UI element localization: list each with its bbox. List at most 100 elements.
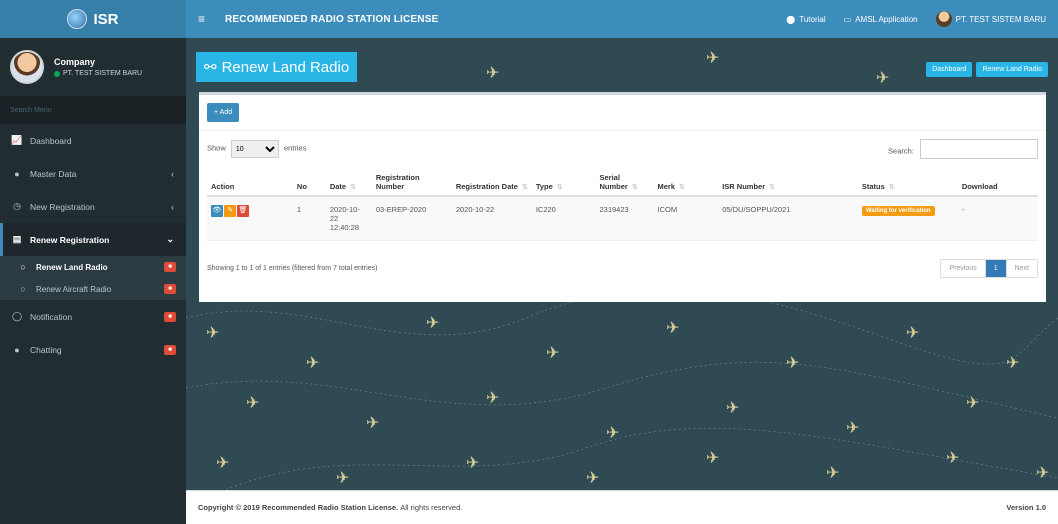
user-menu[interactable]: PT. TEST SISTEM BARU [935,11,1046,27]
share-icon: ⚯ [204,59,217,76]
app-logo[interactable]: ISR [0,0,186,38]
delete-button[interactable]: 🗑 [237,205,249,217]
col-type[interactable]: Type ⇅ [531,169,596,197]
pagination: Previous 1 Next [940,259,1038,278]
status-badge: Waiting for verification [861,206,935,216]
svg-text:✈: ✈ [366,413,379,432]
rights-text: All rights reserved. [400,503,463,512]
cell-no: 1 [292,196,326,241]
user-panel: Company PT. TEST SISTEM BARU [0,38,186,96]
sidebar-search[interactable]: Search Menu [0,96,186,124]
cell-merk: ICOM [653,196,719,241]
sidebar-item-label: Renew Registration [30,234,110,245]
svg-text:✈: ✈ [486,388,499,407]
bell-icon: ◯ [11,311,23,321]
circle-icon: ○ [20,284,26,294]
col-serial-number[interactable]: Serial Number ⇅ [595,169,654,197]
sidebar-item-new-registration[interactable]: ◷ New Registration ‹ [0,190,186,223]
sidebar-item-renew-aircraft-radio[interactable]: ○ Renew Aircraft Radio ■ [0,278,186,300]
registration-icon: ◷ [13,201,21,211]
menu-toggle-icon[interactable]: ≡ [198,12,205,26]
sidebar-item-chatting[interactable]: ● Chatting ■ [0,333,186,366]
col-registration-number[interactable]: Registration Number [371,169,452,197]
chevron-down-icon: ⌄ [166,234,174,244]
chevron-left-icon: ‹ [171,168,174,179]
col-no[interactable]: No [292,169,326,197]
user-company: PT. TEST SISTEM BARU [63,70,143,77]
sidebar-item-renew-registration[interactable]: ▤ Renew Registration ⌄ [0,223,186,256]
copyright-text: Copyright © 2019 Recommended Radio Stati… [198,503,399,512]
svg-text:✈: ✈ [666,318,679,337]
breadcrumb-dashboard[interactable]: Dashboard [926,62,973,77]
svg-text:✈: ✈ [206,323,219,342]
entries-label: entries [283,143,307,153]
top-navbar: ≡ RECOMMENDED RADIO STATION LICENSE ⬤ Tut… [186,0,1058,38]
amsl-link[interactable]: ▭ AMSL Application [844,15,918,24]
sidebar-item-dashboard[interactable]: 📈 Dashboard [0,124,186,157]
search-label: Search: [888,146,914,156]
entries-select[interactable]: 10 [230,140,279,158]
tutorial-link[interactable]: ⬤ Tutorial [786,15,825,24]
col-merk[interactable]: Merk ⇅ [653,169,719,197]
renew-submenu: ○ Renew Land Radio ■ ○ Renew Aircraft Radio… [0,256,186,300]
online-dot-icon [54,70,60,77]
svg-text:✈: ✈ [906,323,919,342]
svg-text:✈: ✈ [306,353,319,372]
add-button[interactable]: + Add [207,103,240,122]
sidebar-item-label: Chatting [30,344,62,355]
registrations-table: Action No Date ⇅ Registration Number Regi… [207,169,1038,241]
sidebar-item-label: Notification [30,311,73,322]
sidebar-item-label: Master Data [30,168,77,179]
user-name: Company [54,57,96,67]
pagination-next[interactable]: Next [1007,260,1037,277]
col-isr-number[interactable]: ISR Number ⇅ [718,169,858,197]
avatar [10,50,44,84]
svg-text:✈: ✈ [466,453,479,472]
cell-serial: 2319423 [595,196,654,241]
globe-icon [67,9,88,29]
sidebar-item-master-data[interactable]: ● Master Data ‹ [0,157,186,190]
breadcrumb: Dashboard Renew Land Radio [926,62,1048,77]
view-button[interactable]: 👁 [211,205,223,217]
svg-text:✈: ✈ [426,313,439,332]
sidebar-item-renew-land-radio[interactable]: ○ Renew Land Radio ■ [0,256,186,278]
cell-type: IC220 [531,196,596,241]
pagination-page-1[interactable]: 1 [985,260,1007,277]
show-label: Show [207,143,226,153]
cell-isr-number: 05/DU/SOPPU/2021 [718,196,858,241]
svg-text:✈: ✈ [786,353,799,372]
col-status[interactable]: Status ⇅ [857,169,958,197]
file-icon: ▤ [12,234,22,244]
add-button-label: Add [219,109,233,116]
col-date[interactable]: Date ⇅ [325,169,372,197]
svg-text:✈: ✈ [706,48,719,67]
amsl-label: AMSL Application [855,14,918,24]
cell-registration-date: 2020-10-22 [451,196,532,241]
sidebar-item-label: Renew Aircraft Radio [36,284,112,294]
search-input[interactable] [920,139,1038,159]
svg-text:✈: ✈ [946,448,959,467]
col-registration-date[interactable]: Registration Date ⇅ [451,169,532,197]
svg-text:✈: ✈ [246,393,259,412]
tutorial-label: Tutorial [799,14,826,24]
svg-text:✈: ✈ [486,63,499,82]
breadcrumb-renew-land-radio[interactable]: Renew Land Radio [976,62,1048,77]
line-chart-icon: 📈 [11,135,23,145]
sidebar-search-placeholder: Search Menu [10,106,52,114]
badge: ■ [164,311,176,322]
col-download[interactable]: Download [957,169,1038,197]
logo-text: ISR [93,10,119,28]
col-action[interactable]: Action [207,169,293,197]
chat-icon: ● [14,344,20,355]
sidebar-item-label: Dashboard [30,135,72,146]
badge: ■ [164,262,176,272]
circle-icon: ○ [20,262,26,272]
svg-text:✈: ✈ [606,423,619,442]
entries-control: Show 10 entries [207,140,306,158]
pagination-previous[interactable]: Previous [941,260,986,277]
sidebar-item-notification[interactable]: ◯ Notification ■ [0,300,186,333]
edit-button[interactable]: ✎ [224,205,236,217]
version-text: Version 1.0 [1006,503,1046,512]
table-row: 👁 ✎ 🗑 1 2020-10-22 12:40:28 03-EREP-2020 2… [207,196,1038,241]
chevron-left-icon: ‹ [171,201,174,212]
